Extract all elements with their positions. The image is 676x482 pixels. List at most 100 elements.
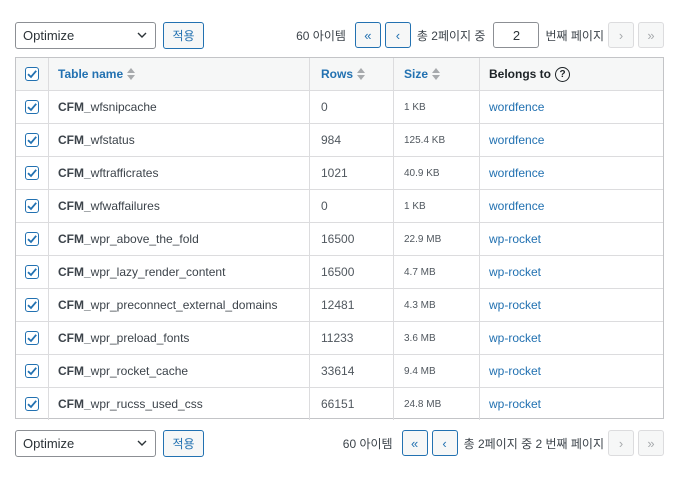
bulk-action-select-bottom[interactable]: Optimize <box>15 429 156 457</box>
table-name-text: wfstatus <box>90 133 135 147</box>
row-check-cell <box>16 223 49 255</box>
row-checkbox[interactable] <box>25 331 39 345</box>
belongs-link[interactable]: wp-rocket <box>489 265 541 279</box>
table-size: 3.6 MB <box>404 332 436 344</box>
col-table-name[interactable]: Table name <box>49 58 310 90</box>
belongs-link[interactable]: wordfence <box>489 133 544 147</box>
row-check-cell <box>16 256 49 288</box>
table-name: CFM_wfwaffailures <box>58 199 160 213</box>
table-size: 4.3 MB <box>404 299 436 311</box>
belongs-link[interactable]: wp-rocket <box>489 364 541 378</box>
table-row: CFM_wftrafficrates 1021 40.9 KB wordfence <box>16 156 663 189</box>
pagination: 60 아이템 « ‹ 총 2페이지 중 2 번째 페이지 › » <box>296 22 664 48</box>
table-row: CFM_wpr_preconnect_external_domains 12481… <box>16 288 663 321</box>
table-name-text: wpr_preload_fonts <box>90 331 190 345</box>
checkmark-icon <box>27 202 37 211</box>
row-checkbox[interactable] <box>25 199 39 213</box>
row-check-cell <box>16 190 49 222</box>
col-rows[interactable]: Rows <box>310 58 394 90</box>
belongs-link[interactable]: wp-rocket <box>489 331 541 345</box>
belongs-cell: wordfence <box>480 124 663 156</box>
prev-page-button[interactable]: ‹ <box>384 22 411 48</box>
help-icon[interactable]: ? <box>555 66 570 82</box>
table-name-text: wpr_preconnect_external_domains <box>90 298 278 312</box>
item-count: 60 아이템 <box>296 28 346 43</box>
total-pages-prefix: 총 2페이지 중 <box>416 28 486 43</box>
row-checkbox[interactable] <box>25 133 39 147</box>
rows-cell: 12481 <box>310 289 394 321</box>
row-checkbox[interactable] <box>25 232 39 246</box>
table-name-text: wpr_lazy_render_content <box>90 265 226 279</box>
chevron-down-icon <box>137 32 147 38</box>
row-check-cell <box>16 91 49 123</box>
belongs-link[interactable]: wordfence <box>489 199 544 213</box>
table-name-cell: CFM_wpr_preconnect_external_domains <box>49 289 310 321</box>
table-size: 40.9 KB <box>404 167 440 179</box>
row-count: 16500 <box>321 232 355 246</box>
rows-cell: 16500 <box>310 223 394 255</box>
prev-page-button-bottom[interactable]: ‹ <box>431 430 458 456</box>
first-page-button-bottom[interactable]: « <box>401 430 428 456</box>
table-row: CFM_wfstatus 984 125.4 KB wordfence <box>16 123 663 156</box>
bulk-action-value-bottom: Optimize <box>23 435 75 451</box>
col-size-text: Size <box>404 67 429 81</box>
last-page-button-bottom: » <box>638 430 664 456</box>
row-count: 12481 <box>321 298 355 312</box>
row-checkbox[interactable] <box>25 364 39 378</box>
table-size: 4.7 MB <box>404 266 436 278</box>
tablenav-top: Optimize 적용 60 아이템 « ‹ 총 2페이지 중 2 번째 페이지… <box>15 21 664 49</box>
table-name: CFM_wpr_preconnect_external_domains <box>58 298 277 312</box>
checkmark-icon <box>27 268 37 277</box>
table-name: CFM_wpr_rocket_cache <box>58 364 188 378</box>
checkmark-icon <box>27 334 37 343</box>
row-count: 66151 <box>321 397 355 411</box>
belongs-link[interactable]: wordfence <box>489 166 544 180</box>
col-table-name-label: Table name <box>58 67 136 81</box>
table-header: Table name Rows Size Belongs to ? <box>16 58 663 90</box>
size-cell: 125.4 KB <box>394 124 480 156</box>
table-name-cell: CFM_wpr_lazy_render_content <box>49 256 310 288</box>
sort-icon <box>127 68 136 80</box>
belongs-link[interactable]: wp-rocket <box>489 397 541 411</box>
current-page-input[interactable]: 2 <box>493 22 540 48</box>
table-name-text: wpr_rucss_used_css <box>90 397 203 411</box>
table-name-cell: CFM_wfsnipcache <box>49 91 310 123</box>
rows-cell: 66151 <box>310 388 394 420</box>
next-page-button: › <box>608 22 634 48</box>
table-size: 1 KB <box>404 101 426 113</box>
table-size: 9.4 MB <box>404 365 436 377</box>
table-name: CFM_wftrafficrates <box>58 166 158 180</box>
row-checkbox[interactable] <box>25 298 39 312</box>
row-checkbox[interactable] <box>25 397 39 411</box>
belongs-link[interactable]: wp-rocket <box>489 232 541 246</box>
rows-cell: 984 <box>310 124 394 156</box>
table-size: 1 KB <box>404 200 426 212</box>
table-name-cell: CFM_wfstatus <box>49 124 310 156</box>
next-page-button-bottom: › <box>608 430 634 456</box>
apply-button[interactable]: 적용 <box>163 21 204 49</box>
checkmark-icon <box>27 169 37 178</box>
table-size: 125.4 KB <box>404 134 446 146</box>
apply-button-bottom[interactable]: 적용 <box>163 429 204 457</box>
pagination-bottom: 60 아이템 « ‹ 총 2페이지 중 2 번째 페이지 › » <box>343 430 664 456</box>
row-checkbox[interactable] <box>25 100 39 114</box>
first-page-button[interactable]: « <box>354 22 381 48</box>
col-table-name-text: Table name <box>58 67 124 81</box>
col-size[interactable]: Size <box>394 58 480 90</box>
row-checkbox[interactable] <box>25 166 39 180</box>
rows-cell: 11233 <box>310 322 394 354</box>
table-name: CFM_wpr_preload_fonts <box>58 331 189 345</box>
belongs-link[interactable]: wp-rocket <box>489 298 541 312</box>
table-name-text: wfsnipcache <box>90 100 157 114</box>
table-prefix: CFM_ <box>58 100 91 114</box>
select-all-checkbox[interactable] <box>25 67 39 81</box>
size-cell: 4.7 MB <box>394 256 480 288</box>
table-name-text: wpr_rocket_cache <box>90 364 189 378</box>
row-check-cell <box>16 322 49 354</box>
row-count: 0 <box>321 199 328 213</box>
item-count-bottom: 60 아이템 <box>342 436 393 451</box>
belongs-link[interactable]: wordfence <box>489 100 544 114</box>
bulk-action-select[interactable]: Optimize <box>15 21 156 49</box>
size-cell: 4.3 MB <box>394 289 480 321</box>
row-checkbox[interactable] <box>25 265 39 279</box>
